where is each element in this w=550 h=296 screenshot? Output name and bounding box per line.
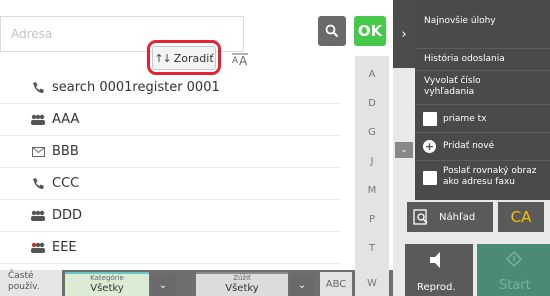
group-icon xyxy=(30,113,46,127)
checkbox[interactable] xyxy=(423,112,437,126)
menu-item-label: Vyvolať číslo vyhľadania xyxy=(424,76,481,97)
contact-list: search 0001register 0001 AAA BBB CCC DDD xyxy=(0,72,340,264)
expand-menu-button[interactable]: › xyxy=(393,0,415,68)
frequent-tab[interactable]: Časté použív. xyxy=(0,270,62,296)
contact-row[interactable]: CCC xyxy=(0,168,340,200)
chevron-down-icon: ⌄ xyxy=(297,279,307,291)
category-select[interactable]: Kategórie Všetky xyxy=(65,272,149,296)
filter-select[interactable]: Zúžiť Všetky xyxy=(196,272,288,296)
reprod-button[interactable]: Reprod. xyxy=(405,244,473,296)
menu-item-send-history[interactable]: História odoslania xyxy=(415,48,550,70)
menu-item-label: Pridať nové xyxy=(443,141,495,151)
menu-item-add-new[interactable]: + Pridať nové xyxy=(415,132,550,160)
index-letter[interactable]: G xyxy=(355,127,389,138)
category-caption: Kategórie xyxy=(90,274,124,282)
contact-row[interactable]: AAA xyxy=(0,104,340,136)
contact-row[interactable]: search 0001register 0001 xyxy=(0,72,340,104)
index-letter[interactable]: A xyxy=(355,69,389,80)
contact-row[interactable]: EEE xyxy=(0,232,340,264)
index-letter[interactable]: T xyxy=(355,243,389,254)
filter-value: Všetky xyxy=(225,283,259,294)
text-size-button[interactable]: A A xyxy=(229,48,251,70)
menu-item-send-same-as-fax[interactable]: Poslať rovnaký obraz ako adresu faxu xyxy=(415,160,550,196)
menu-item-label: priame tx xyxy=(443,114,487,124)
svg-text:A: A xyxy=(239,54,248,67)
chevron-down-icon: ⌄ xyxy=(400,145,408,155)
preview-button[interactable]: Náhľad xyxy=(407,202,493,232)
contact-name: search 0001register 0001 xyxy=(52,80,220,95)
phone-icon xyxy=(30,81,46,95)
alphabet-index: A D G J M P T xyxy=(355,56,389,270)
index-letter[interactable]: J xyxy=(355,156,389,167)
search-button[interactable] xyxy=(318,16,346,46)
contact-row[interactable]: DDD xyxy=(0,200,340,232)
menu-item-call-search-number[interactable]: Vyvolať číslo vyhľadania xyxy=(415,70,550,104)
plus-icon: + xyxy=(423,140,436,153)
start-label: Start xyxy=(499,278,531,293)
svg-text:A: A xyxy=(232,56,239,66)
action-menu: Najnovšie úlohy História odoslania Vyvol… xyxy=(415,0,550,200)
chevron-down-icon: ⌄ xyxy=(158,279,168,291)
menu-item-label: Poslať rovnaký obraz ako adresu faxu xyxy=(443,166,537,187)
index-letter[interactable]: M xyxy=(355,185,389,196)
contact-name: CCC xyxy=(52,176,80,191)
contact-name: BBB xyxy=(52,144,79,159)
start-button[interactable]: Start xyxy=(477,244,550,296)
menu-item-label: Najnovšie úlohy xyxy=(424,16,496,26)
category-dropdown-button[interactable]: ⌄ xyxy=(151,274,175,296)
sort-icon: ↑↓ xyxy=(154,51,171,65)
preview-label: Náhľad xyxy=(439,211,476,223)
sort-button[interactable]: ↑↓ Zoradiť xyxy=(152,46,216,70)
email-icon xyxy=(30,145,46,159)
index-letter[interactable]: W xyxy=(355,270,389,296)
ca-button[interactable]: CA xyxy=(498,202,544,232)
checkbox[interactable] xyxy=(423,171,437,185)
address-book-panel: Adresa OK ↑↓ Zoradiť A A search 0001regi… xyxy=(0,0,393,296)
menu-item-label: História odoslania xyxy=(424,54,505,64)
group-multi-icon xyxy=(30,241,46,255)
contact-row[interactable]: BBB xyxy=(0,136,340,168)
contact-name: AAA xyxy=(52,112,80,127)
phone-icon xyxy=(30,177,46,191)
filter-caption: Zúžiť xyxy=(233,274,251,282)
filter-dropdown-button[interactable]: ⌄ xyxy=(290,274,314,296)
text-size-icon: A A xyxy=(232,53,248,67)
index-letter[interactable]: D xyxy=(355,98,389,109)
contact-name: EEE xyxy=(52,240,77,255)
collapse-menu-button[interactable]: ⌄ xyxy=(395,142,413,158)
chevron-right-icon: › xyxy=(401,26,407,42)
action-panel: › Najnovšie úlohy História odoslania Vyv… xyxy=(393,0,550,296)
contact-name: DDD xyxy=(52,208,83,223)
abc-button[interactable]: ABC xyxy=(320,272,352,296)
search-icon xyxy=(325,24,339,38)
reprod-label: Reprod. xyxy=(417,282,456,293)
start-icon xyxy=(505,250,523,268)
menu-item-latest-jobs[interactable]: Najnovšie úlohy xyxy=(415,16,550,46)
sort-label: Zoradiť xyxy=(173,51,214,65)
ok-button[interactable]: OK xyxy=(354,16,386,46)
menu-item-direct-tx[interactable]: priame tx xyxy=(415,104,550,132)
preview-icon xyxy=(413,209,428,225)
speaker-icon xyxy=(430,252,440,268)
filter-bar: Časté použív. Kategórie Všetky ⌄ Zúžiť V… xyxy=(0,270,393,296)
index-letter[interactable]: P xyxy=(355,214,389,225)
group-icon xyxy=(30,209,46,223)
address-placeholder: Adresa xyxy=(11,27,53,41)
category-value: Všetky xyxy=(90,283,124,294)
